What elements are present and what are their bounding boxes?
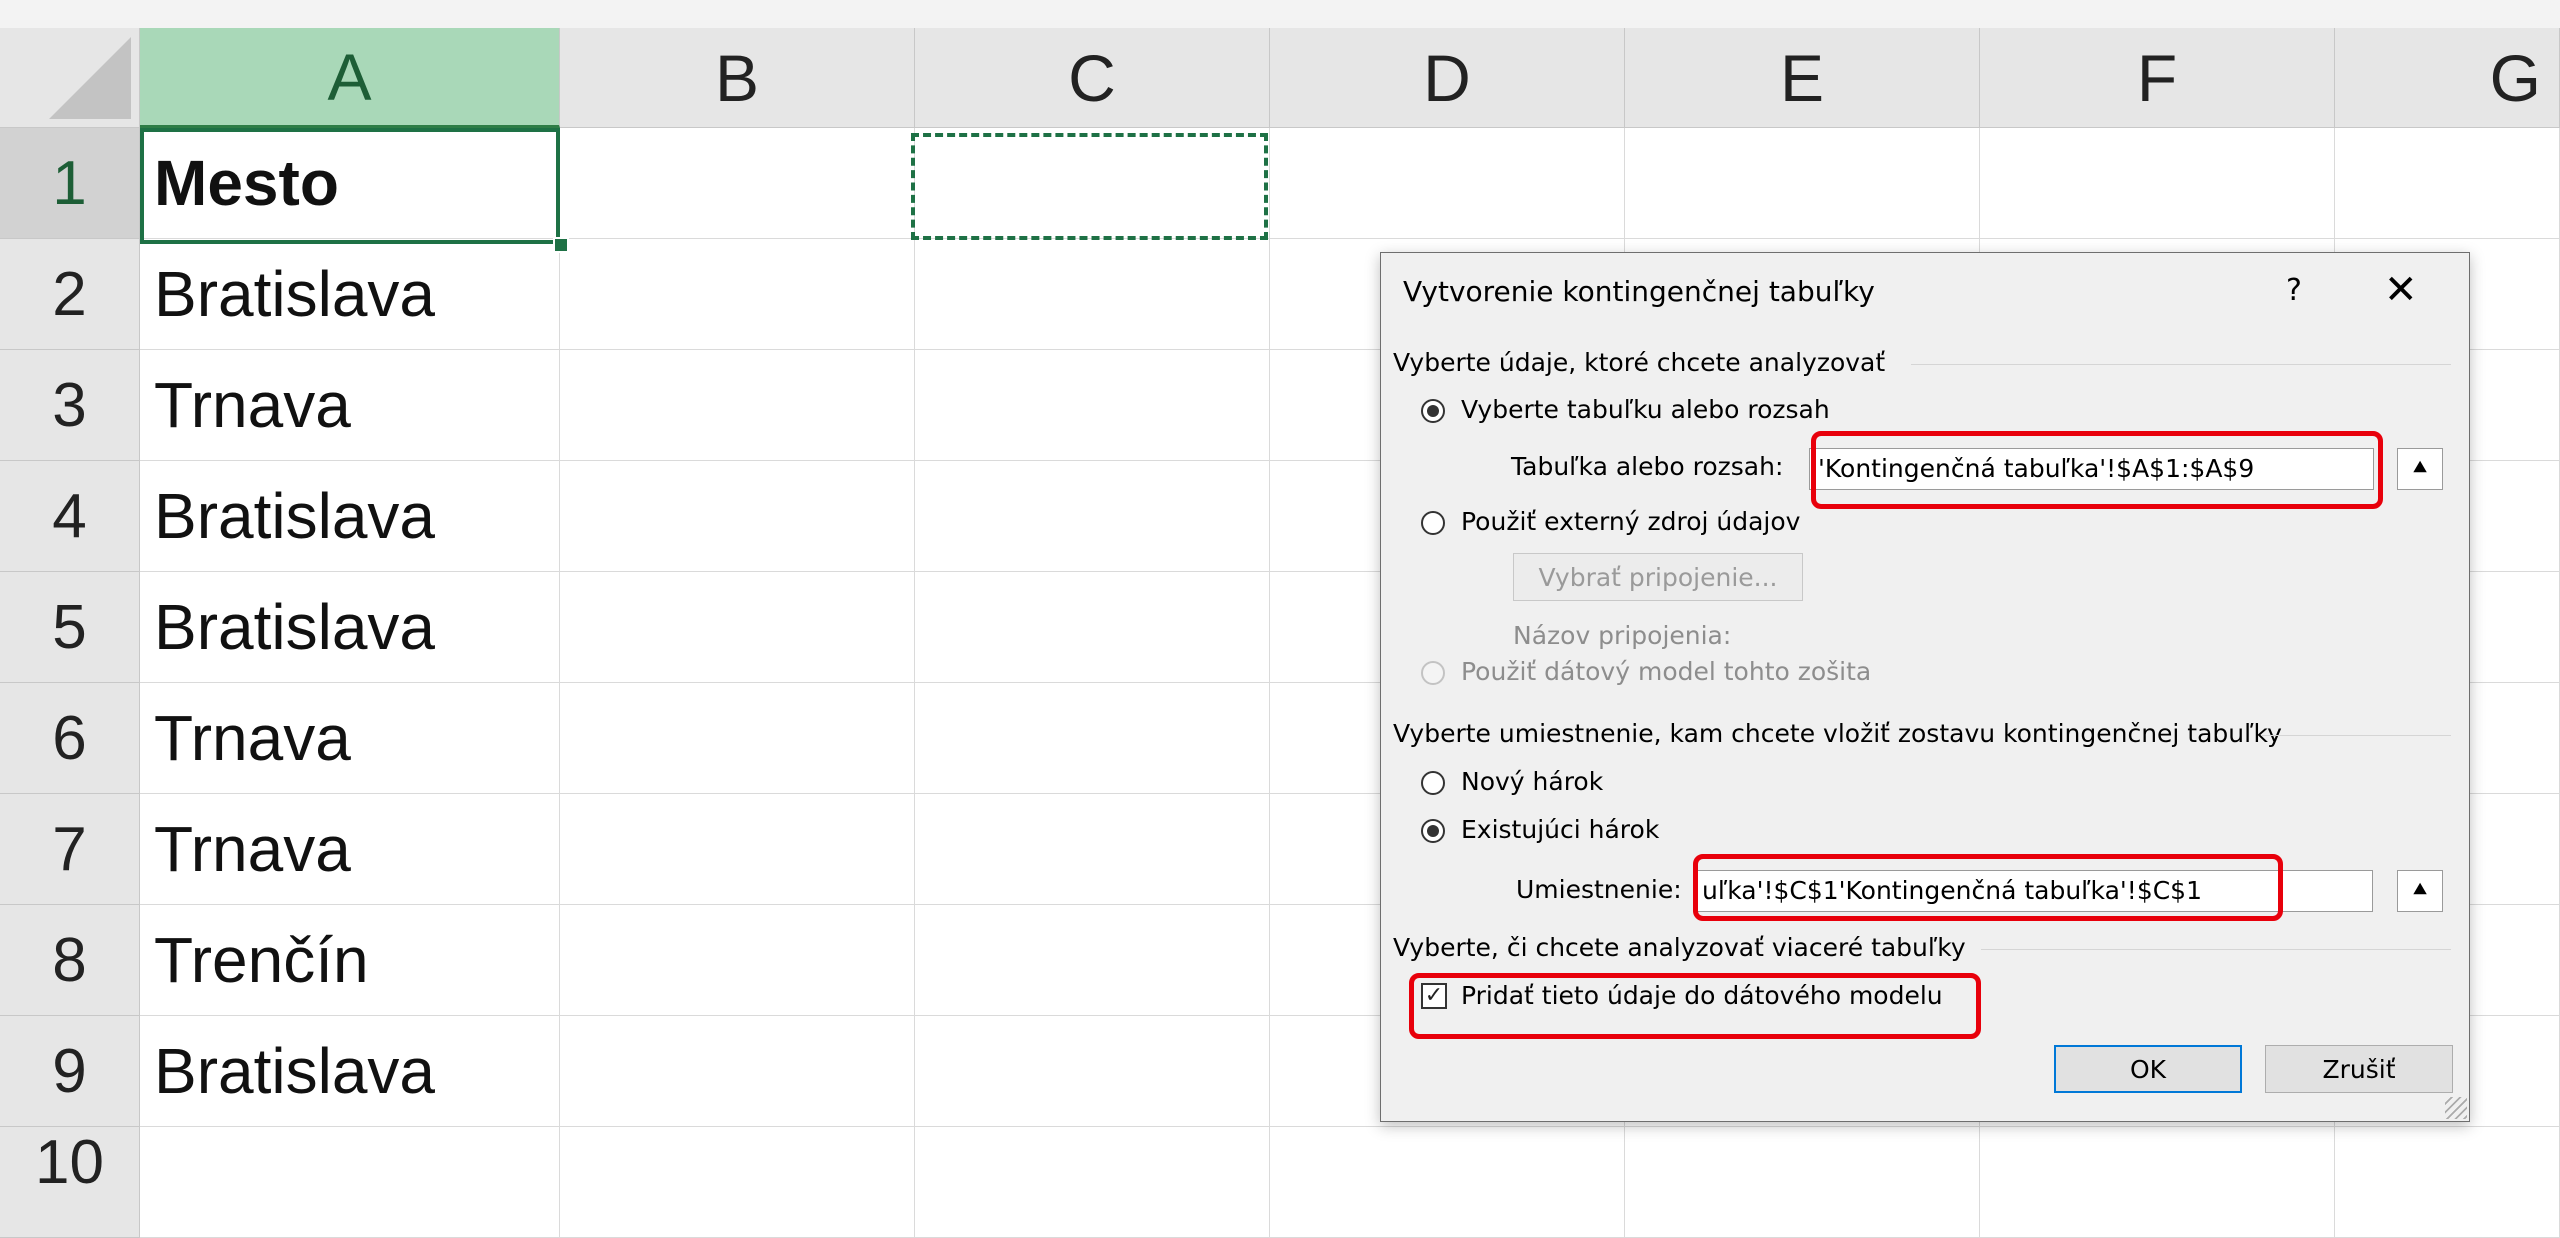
select-all-triangle-icon (49, 37, 131, 119)
cell-b10[interactable] (560, 1127, 915, 1238)
section-location-label: Vyberte umiestnenie, kam chcete vložiť z… (1393, 719, 2282, 748)
collapse-dialog-range-icon[interactable]: ⯅ (2397, 448, 2443, 490)
cell-g1[interactable] (2335, 128, 2560, 239)
cell-c9[interactable] (915, 1016, 1270, 1127)
section-multiple-tables-label: Vyberte, či chcete analyzovať viaceré ta… (1393, 933, 1966, 962)
column-header-b[interactable]: B (560, 28, 915, 128)
section-select-data-label: Vyberte údaje, ktoré chcete analyzovať (1393, 348, 1886, 377)
copy-marquee-c1 (911, 133, 1268, 240)
choose-connection-button[interactable]: Vybrať pripojenie... (1513, 553, 1803, 601)
dialog-title: Vytvorenie kontingenčnej tabuľky (1403, 275, 1875, 308)
ribbon-edge (0, 0, 2560, 28)
cell-b7[interactable] (560, 794, 915, 905)
active-cell-border (140, 128, 560, 244)
column-header-a[interactable]: A (140, 28, 560, 128)
select-all-corner[interactable] (0, 28, 140, 128)
ok-button[interactable]: OK (2054, 1045, 2242, 1093)
column-header-c[interactable]: C (915, 28, 1270, 128)
close-icon[interactable]: ✕ (2384, 267, 2418, 313)
section-divider (1981, 949, 2451, 950)
cell-a2[interactable]: Bratislava (140, 239, 560, 350)
column-header-f[interactable]: F (1980, 28, 2335, 128)
cell-c2[interactable] (915, 239, 1270, 350)
cell-b5[interactable] (560, 572, 915, 683)
row-header-4[interactable]: 4 (0, 461, 140, 572)
cell-a7[interactable]: Trnava (140, 794, 560, 905)
cell-g10[interactable] (2335, 1127, 2560, 1238)
row-header-1[interactable]: 1 (0, 128, 140, 239)
cell-c6[interactable] (915, 683, 1270, 794)
highlight-data-model-checkbox (1409, 973, 1981, 1039)
cell-f10[interactable] (1980, 1127, 2335, 1238)
cell-b4[interactable] (560, 461, 915, 572)
row-header-7[interactable]: 7 (0, 794, 140, 905)
row-header-5[interactable]: 5 (0, 572, 140, 683)
highlight-location-field (1693, 854, 2283, 921)
cell-b3[interactable] (560, 350, 915, 461)
radio-new-sheet-label[interactable]: Nový hárok (1461, 767, 1603, 796)
range-field-label: Tabuľka alebo rozsah: (1511, 452, 1784, 481)
cell-e10[interactable] (1625, 1127, 1980, 1238)
radio-existing-sheet[interactable] (1421, 819, 1445, 843)
cell-b1[interactable] (560, 128, 915, 239)
cell-c10[interactable] (915, 1127, 1270, 1238)
cancel-button[interactable]: Zrušiť (2265, 1045, 2453, 1093)
cell-d10[interactable] (1270, 1127, 1625, 1238)
section-divider (2261, 735, 2451, 736)
cell-e1[interactable] (1625, 128, 1980, 239)
row-header-6[interactable]: 6 (0, 683, 140, 794)
column-header-d[interactable]: D (1270, 28, 1625, 128)
cell-b9[interactable] (560, 1016, 915, 1127)
cell-c5[interactable] (915, 572, 1270, 683)
cell-b6[interactable] (560, 683, 915, 794)
row-header-3[interactable]: 3 (0, 350, 140, 461)
help-button[interactable]: ? (2286, 273, 2302, 308)
radio-data-model[interactable] (1421, 661, 1445, 685)
radio-existing-sheet-label[interactable]: Existujúci hárok (1461, 815, 1659, 844)
column-header-e[interactable]: E (1625, 28, 1980, 128)
cell-d1[interactable] (1270, 128, 1625, 239)
collapse-dialog-location-icon[interactable]: ⯅ (2397, 870, 2443, 912)
cell-c7[interactable] (915, 794, 1270, 905)
radio-external-source-label[interactable]: Použiť externý zdroj údajov (1461, 507, 1800, 536)
resize-grip-icon[interactable] (2445, 1097, 2467, 1119)
section-divider (1911, 364, 2451, 365)
cell-c8[interactable] (915, 905, 1270, 1016)
cell-a3[interactable]: Trnava (140, 350, 560, 461)
cell-a8[interactable]: Trenčín (140, 905, 560, 1016)
cell-b8[interactable] (560, 905, 915, 1016)
create-pivot-table-dialog: Vytvorenie kontingenčnej tabuľky ? ✕ Vyb… (1380, 252, 2470, 1122)
row-header-2[interactable]: 2 (0, 239, 140, 350)
column-header-g[interactable]: G (2335, 28, 2560, 128)
connection-name-label: Názov pripojenia: (1513, 621, 1732, 650)
radio-data-model-label[interactable]: Použiť dátový model tohto zošita (1461, 657, 1871, 686)
cell-a5[interactable]: Bratislava (140, 572, 560, 683)
row-header-8[interactable]: 8 (0, 905, 140, 1016)
fill-handle[interactable] (553, 237, 569, 253)
radio-table-or-range-label[interactable]: Vyberte tabuľku alebo rozsah (1461, 395, 1830, 424)
cell-c4[interactable] (915, 461, 1270, 572)
row-header-9[interactable]: 9 (0, 1016, 140, 1127)
location-field-label: Umiestnenie: (1516, 875, 1682, 904)
radio-table-or-range[interactable] (1421, 399, 1445, 423)
radio-external-source[interactable] (1421, 511, 1445, 535)
cell-a9[interactable]: Bratislava (140, 1016, 560, 1127)
cell-a4[interactable]: Bratislava (140, 461, 560, 572)
cell-b2[interactable] (560, 239, 915, 350)
highlight-range-field (1811, 431, 2383, 509)
cell-a6[interactable]: Trnava (140, 683, 560, 794)
radio-new-sheet[interactable] (1421, 771, 1445, 795)
cell-a10[interactable] (140, 1127, 560, 1238)
cell-c3[interactable] (915, 350, 1270, 461)
row-header-10[interactable]: 10 (0, 1127, 140, 1238)
cell-f1[interactable] (1980, 128, 2335, 239)
